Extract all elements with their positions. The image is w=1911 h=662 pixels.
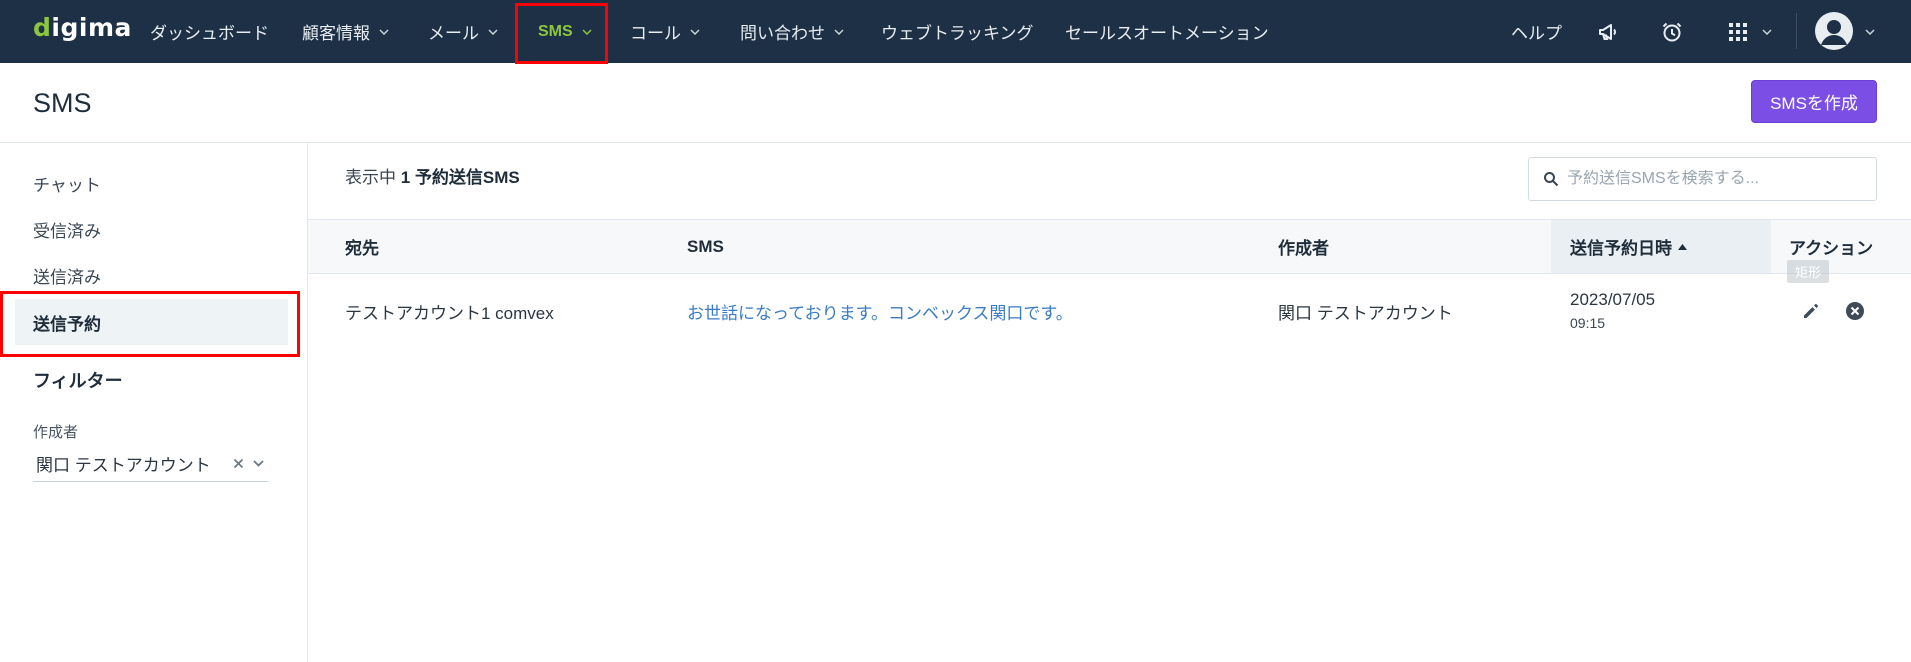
- reminders-button[interactable]: [1658, 0, 1686, 63]
- search-icon: [1544, 172, 1559, 187]
- column-header-label: 送信予約日時: [1570, 239, 1672, 258]
- cell-message-link[interactable]: お世話になっております。コンベックス関口です。: [687, 275, 1073, 347]
- user-avatar-icon[interactable]: [1815, 12, 1853, 50]
- creator-filter-label: 作成者: [33, 424, 79, 441]
- edit-button[interactable]: [1799, 299, 1823, 323]
- sidebar-item-sent[interactable]: 送信済み: [15, 252, 288, 298]
- chevron-down-icon: [834, 28, 844, 35]
- chevron-down-icon: [582, 28, 592, 35]
- pencil-edit-icon: [1804, 304, 1818, 318]
- nav-item-label: メール: [428, 24, 479, 43]
- nav-item-label: 顧客情報: [302, 24, 370, 43]
- cell-scheduled-at: 2023/07/05 09:15: [1570, 275, 1655, 347]
- nav-item-label: SMS: [538, 22, 573, 40]
- scheduled-date: 2023/07/05: [1570, 290, 1656, 309]
- chevron-down-icon: [1865, 28, 1875, 35]
- creator-filter-value: 関口 テストアカウント: [36, 456, 211, 475]
- search-box[interactable]: [1528, 157, 1877, 201]
- main-content: 表示中 1 予約送信SMS 宛先 SMS 作成者 送信予約日時 アクション テス…: [308, 143, 1911, 662]
- chevron-down-icon: [488, 28, 498, 35]
- circle-close-icon: [1846, 302, 1864, 320]
- cell-creator: 関口 テストアカウント: [1278, 303, 1453, 323]
- sidebar-item-label: 送信予約: [33, 314, 101, 334]
- sidebar-item-chat[interactable]: チャット: [15, 160, 288, 206]
- nav-item-call[interactable]: コール: [630, 0, 700, 63]
- nav-item-inquiries[interactable]: 問い合わせ: [740, 0, 844, 63]
- column-header-sms[interactable]: SMS: [687, 220, 724, 273]
- cancel-scheduled-button[interactable]: [1843, 299, 1867, 323]
- creator-filter-select[interactable]: 関口 テストアカウント: [33, 446, 268, 482]
- page-header: SMS SMSを作成: [0, 63, 1911, 143]
- result-summary: 表示中 1 予約送信SMS: [345, 166, 520, 190]
- nav-item-customers[interactable]: 顧客情報: [302, 0, 389, 63]
- sidebar-item-label: チャット: [33, 175, 101, 195]
- filter-heading: フィルター: [33, 371, 123, 391]
- app-grid-icon: [1729, 22, 1747, 41]
- user-silhouette-icon: [1821, 20, 1847, 45]
- search-input[interactable]: [1567, 170, 1857, 188]
- clear-icon[interactable]: [233, 458, 244, 469]
- nav-item-mail[interactable]: メール: [428, 0, 498, 63]
- sidebar-item-label: 受信済み: [33, 221, 101, 241]
- chevron-down-icon: [690, 28, 700, 35]
- nav-divider: [1796, 13, 1797, 49]
- column-header-creator[interactable]: 作成者: [1278, 220, 1329, 273]
- scheduled-time: 09:15: [1570, 315, 1606, 331]
- sidebar-item-scheduled[interactable]: 送信予約: [15, 299, 288, 345]
- table-row[interactable]: テストアカウント1 comvex お世話になっております。コンベックス関口です。…: [308, 275, 1911, 347]
- help-label: ヘルプ: [1511, 24, 1562, 43]
- nav-item-label: 問い合わせ: [740, 24, 825, 43]
- nav-item-dashboard[interactable]: ダッシュボード: [150, 0, 269, 63]
- nav-item-sms[interactable]: SMS: [538, 0, 592, 63]
- column-header-scheduled-at[interactable]: 送信予約日時: [1551, 220, 1771, 273]
- sort-ascending-icon: [1678, 243, 1687, 250]
- overlay-tooltip: 矩形: [1787, 260, 1829, 283]
- nav-item-label: セールスオートメーション: [1065, 24, 1269, 43]
- apps-button[interactable]: [1724, 0, 1752, 63]
- account-dropdown-toggle[interactable]: [1863, 0, 1877, 63]
- nav-item-sales-automation[interactable]: セールスオートメーション: [1065, 0, 1269, 63]
- help-link[interactable]: ヘルプ: [1511, 0, 1562, 63]
- nav-item-label: コール: [630, 24, 681, 43]
- column-header-recipient[interactable]: 宛先: [345, 220, 379, 273]
- table-header: 宛先 SMS 作成者 送信予約日時 アクション: [308, 219, 1911, 274]
- apps-dropdown-toggle[interactable]: [1760, 0, 1774, 63]
- nav-item-label: ダッシュボード: [150, 24, 269, 43]
- top-navigation-bar: digima ダッシュボード 顧客情報 メール SMS コール 問い合わせ ウェ…: [0, 0, 1911, 63]
- sidebar: チャット 受信済み 送信済み 送信予約 フィルター 作成者 関口 テストアカウン…: [0, 143, 308, 662]
- sidebar-item-received[interactable]: 受信済み: [15, 206, 288, 252]
- page-title: SMS: [33, 88, 92, 118]
- nav-item-web-tracking[interactable]: ウェブトラッキング: [881, 0, 1034, 63]
- alarm-clock-icon: [1662, 22, 1682, 41]
- chevron-down-icon: [379, 28, 389, 35]
- create-sms-button[interactable]: SMSを作成: [1751, 80, 1877, 123]
- result-count: 1: [400, 168, 411, 187]
- megaphone-icon: [1599, 23, 1617, 40]
- chevron-down-icon: [1762, 28, 1772, 35]
- cell-recipient: テストアカウント1 comvex: [345, 303, 554, 323]
- digima-logo[interactable]: digima: [33, 0, 132, 63]
- chevron-down-icon[interactable]: [253, 460, 264, 467]
- sidebar-item-label: 送信済み: [33, 267, 101, 287]
- announcements-button[interactable]: [1595, 0, 1623, 63]
- result-type-label: 予約送信SMS: [414, 168, 520, 187]
- showing-prefix: 表示中: [345, 168, 396, 187]
- nav-item-label: ウェブトラッキング: [881, 24, 1034, 43]
